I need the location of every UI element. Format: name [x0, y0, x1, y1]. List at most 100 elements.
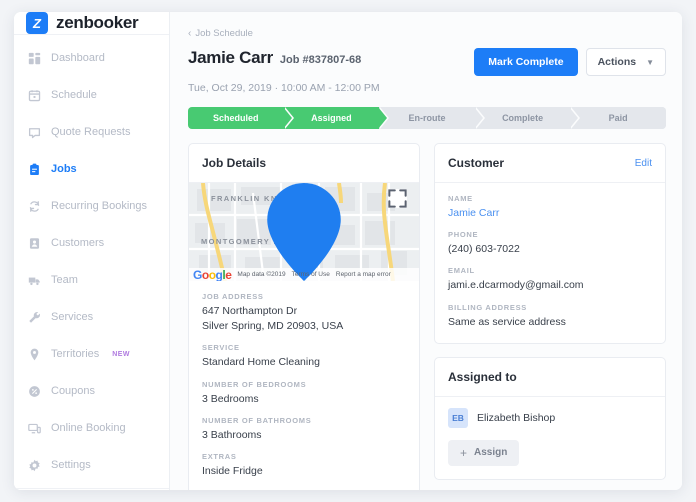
page-title-row: Jamie Carr Job #837807-68 Mark Complete … [188, 48, 666, 76]
sidebar-item-label: Quote Requests [51, 126, 131, 138]
field-value: Standard Home Cleaning [202, 356, 320, 369]
field-label: BILLING ADDRESS [448, 302, 527, 312]
customer-title: Customer [448, 156, 505, 170]
sidebar-item-label: Coupons [51, 385, 96, 397]
step-paid[interactable]: Paid [570, 107, 666, 129]
edit-customer-link[interactable]: Edit [635, 158, 652, 169]
header-actions: Mark Complete Actions ▼ [474, 48, 666, 76]
sidebar-item-services[interactable]: Services [14, 303, 169, 331]
brand-logo[interactable]: Z zenbooker [14, 12, 169, 35]
field-extras: EXTRAS Inside Fridge [202, 452, 406, 479]
chat-bubble-icon [28, 126, 41, 139]
terms-of-use-link[interactable]: Terms of Use [292, 271, 330, 278]
main-content: ‹ Job Schedule Jamie Carr Job #837807-68… [170, 12, 682, 490]
chevron-down-icon: ▼ [646, 57, 654, 67]
sidebar-item-recurring-bookings[interactable]: Recurring Bookings [14, 192, 169, 220]
field-value[interactable]: Jamie Carr [448, 206, 652, 221]
field-value: (240) 603-7022 [448, 243, 520, 256]
sidebar-item-quote-requests[interactable]: Quote Requests [14, 118, 169, 146]
sidebar-item-dashboard[interactable]: Dashboard [14, 44, 169, 72]
sidebar-item-jobs[interactable]: Jobs [14, 155, 169, 183]
step-assigned[interactable]: Assigned [283, 107, 389, 129]
zenbooker-logo-icon: Z [26, 12, 48, 34]
sidebar: Z zenbooker Dashboard Schedule Quote Req… [14, 12, 170, 490]
chevron-left-icon: ‹ [188, 27, 192, 39]
user-profile[interactable]: Allen McKinney Many Maids [14, 488, 169, 490]
new-badge: NEW [112, 350, 130, 358]
field-value: 3 Bedrooms [202, 392, 259, 405]
assignee-name: Elizabeth Bishop [477, 411, 556, 424]
job-details-title: Job Details [202, 156, 267, 170]
field-value: 3 Bathrooms [202, 428, 262, 441]
sidebar-item-customers[interactable]: Customers [14, 229, 169, 257]
field-billing-address: BILLING ADDRESS Same as service address [448, 303, 652, 330]
sidebar-item-label: Recurring Bookings [51, 200, 147, 212]
grid-icon [28, 52, 41, 65]
field-label: PHONE [448, 230, 479, 240]
report-map-error-link[interactable]: Report a map error [336, 271, 391, 278]
field-label: JOB ADDRESS [202, 292, 264, 301]
step-en-route[interactable]: En-route [379, 107, 485, 129]
map-pin-icon [28, 348, 41, 361]
assigned-to-header: Assigned to [435, 358, 665, 397]
field-label: SERVICE [202, 343, 240, 353]
google-logo: Google [193, 267, 232, 281]
breadcrumb-label: Job Schedule [195, 28, 253, 39]
job-status-stepper: Scheduled Assigned En-route Complete Pai… [188, 107, 666, 129]
gear-icon [28, 459, 41, 472]
field-bedrooms: NUMBER OF BEDROOMS 3 Bedrooms [202, 380, 406, 407]
field-customer-name: NAME Jamie Carr [448, 194, 652, 221]
plus-icon: + [460, 445, 468, 460]
app-window: Z zenbooker Dashboard Schedule Quote Req… [14, 12, 682, 490]
sidebar-item-label: Jobs [51, 163, 77, 175]
mark-complete-button[interactable]: Mark Complete [474, 48, 578, 76]
field-customer-phone: PHONE (240) 603-7022 [448, 230, 652, 257]
assigned-to-card: Assigned to EB Elizabeth Bishop + Assign [434, 356, 666, 480]
field-label: NUMBER OF BEDROOMS [202, 379, 307, 389]
field-value: Inside Fridge [202, 465, 263, 478]
assignee-row[interactable]: EB Elizabeth Bishop [448, 407, 652, 428]
field-job-address: JOB ADDRESS 647 Northampton Dr Silver Sp… [202, 292, 406, 334]
clipboard-icon [28, 163, 41, 176]
monitor-icon [28, 422, 41, 435]
field-customer-email: EMAIL jami.e.dcarmody@gmail.com [448, 266, 652, 293]
location-map[interactable]: FRANKLIN KNOLLS MONTGOMERY KNOLLS Google [189, 183, 419, 281]
sidebar-item-online-booking[interactable]: Online Booking [14, 414, 169, 442]
right-column: Customer Edit NAME Jamie Carr PHONE (240… [434, 143, 666, 480]
user-icon [28, 237, 41, 250]
field-label: EXTRAS [202, 452, 237, 462]
customer-card: Customer Edit NAME Jamie Carr PHONE (240… [434, 143, 666, 344]
job-details-card: Job Details FRANKLIN KNOLLS MONTGOMERY K… [188, 143, 420, 490]
job-number: Job #837807-68 [279, 54, 362, 66]
step-scheduled[interactable]: Scheduled [188, 107, 294, 129]
sidebar-item-schedule[interactable]: Schedule [14, 81, 169, 109]
refresh-icon [28, 200, 41, 213]
assigned-to-title: Assigned to [448, 369, 517, 384]
field-label: EMAIL [448, 266, 475, 276]
sidebar-item-settings[interactable]: Settings [14, 451, 169, 479]
sidebar-item-label: Schedule [51, 89, 97, 101]
map-expand-button[interactable] [388, 189, 407, 208]
breadcrumb[interactable]: ‹ Job Schedule [188, 28, 666, 39]
actions-dropdown-button[interactable]: Actions ▼ [585, 48, 666, 76]
actions-label: Actions [597, 56, 637, 68]
logo-letter: Z [33, 15, 41, 31]
assigned-to-body: EB Elizabeth Bishop + Assign [435, 397, 665, 479]
assign-button[interactable]: + Assign [448, 439, 520, 466]
customer-fields: NAME Jamie Carr PHONE (240) 603-7022 EMA… [435, 183, 665, 343]
truck-icon [28, 274, 41, 287]
field-value: jami.e.dcarmody@gmail.com [448, 279, 584, 292]
job-datetime: Tue, Oct 29, 2019 · 10:00 AM - 12:00 PM [188, 82, 380, 94]
sidebar-item-team[interactable]: Team [14, 266, 169, 294]
left-column: Job Details FRANKLIN KNOLLS MONTGOMERY K… [188, 143, 420, 490]
step-complete[interactable]: Complete [474, 107, 580, 129]
map-graphic [189, 183, 419, 281]
wrench-icon [28, 311, 41, 324]
page-title: Jamie Carr Job #837807-68 [188, 48, 361, 68]
job-details-header: Job Details [189, 144, 419, 183]
field-service: SERVICE Standard Home Cleaning [202, 343, 406, 370]
brand-name: zenbooker [56, 13, 139, 32]
sidebar-item-territories[interactable]: Territories NEW [14, 340, 169, 368]
field-label: NAME [448, 194, 473, 203]
sidebar-item-coupons[interactable]: Coupons [14, 377, 169, 405]
